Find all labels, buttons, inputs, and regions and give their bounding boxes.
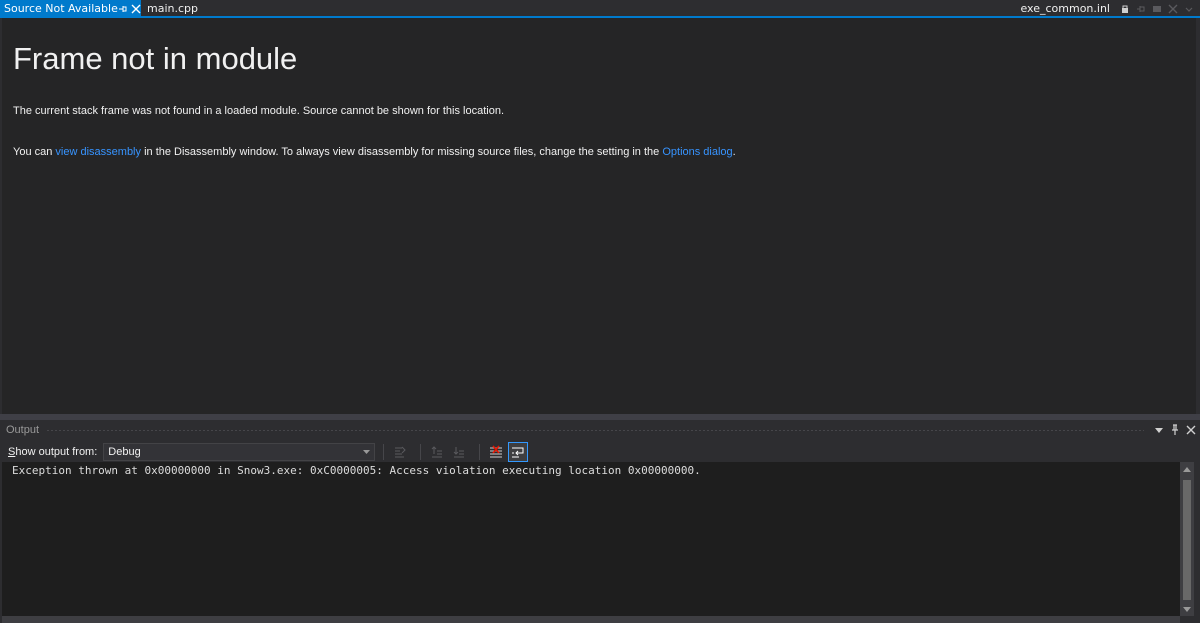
source-not-available-page: Frame not in module The current stack fr… xyxy=(2,18,1196,414)
tab-label: main.cpp xyxy=(147,2,198,15)
pin-icon[interactable] xyxy=(1134,2,1148,16)
pin-icon[interactable] xyxy=(118,4,128,14)
chevron-down-icon[interactable] xyxy=(1182,2,1196,16)
document-tab-strip: Source Not Available main.cpp exe_common… xyxy=(0,0,1200,18)
output-source-select[interactable]: Debug xyxy=(103,443,376,461)
output-line: Exception thrown at 0x00000000 in Snow3.… xyxy=(12,464,701,477)
toolbar-separator xyxy=(479,444,481,460)
hint-message: You can view disassembly in the Disassem… xyxy=(13,146,736,158)
scroll-up-icon[interactable] xyxy=(1180,462,1194,476)
lock-icon xyxy=(1118,2,1132,16)
word-wrap-icon[interactable] xyxy=(508,442,529,462)
selected-source: Debug xyxy=(108,446,141,458)
output-panel-header: Output xyxy=(0,420,1200,440)
output-toolbar: Show output from: Debug xyxy=(0,442,1200,462)
output-panel-title: Output xyxy=(6,424,40,436)
hint-suffix: . xyxy=(732,146,736,158)
next-message-icon[interactable] xyxy=(449,442,469,462)
chevron-down-icon xyxy=(361,447,371,457)
view-disassembly-link[interactable]: view disassembly xyxy=(55,146,141,158)
header-grip xyxy=(47,429,1144,431)
tab-exe-common-inl[interactable]: exe_common.inl xyxy=(1020,0,1200,17)
output-text-pane[interactable]: Exception thrown at 0x00000000 in Snow3.… xyxy=(2,462,1180,616)
hint-middle: in the Disassembly window. To always vie… xyxy=(141,146,663,158)
tab-main-cpp[interactable]: main.cpp xyxy=(141,0,204,17)
show-output-from-label: Show output from: xyxy=(8,446,97,458)
toolbar-separator xyxy=(383,444,385,460)
close-icon[interactable] xyxy=(131,4,141,14)
hint-prefix: You can xyxy=(13,146,56,158)
label-rest: how output from: xyxy=(15,446,98,458)
dropdown-arrow-icon[interactable] xyxy=(1152,423,1166,437)
close-icon[interactable] xyxy=(1166,2,1180,16)
close-icon[interactable] xyxy=(1184,423,1198,437)
tab-label: Source Not Available xyxy=(4,2,118,15)
pin-icon[interactable] xyxy=(1168,423,1182,437)
clear-all-icon[interactable] xyxy=(486,442,506,462)
vertical-scrollbar[interactable] xyxy=(1180,462,1194,616)
options-dialog-link[interactable]: Options dialog xyxy=(662,146,732,158)
tab-label: exe_common.inl xyxy=(1020,2,1110,15)
scrollbar-thumb[interactable] xyxy=(1183,480,1191,600)
dropdown-arrow-icon[interactable] xyxy=(1150,2,1164,16)
page-title: Frame not in module xyxy=(13,41,298,76)
toolbar-separator xyxy=(420,444,422,460)
horizontal-scrollbar[interactable] xyxy=(2,616,1180,623)
previous-message-icon[interactable] xyxy=(427,442,447,462)
tab-source-not-available[interactable]: Source Not Available xyxy=(0,0,141,17)
output-panel: Output Show output from: Debug Exception… xyxy=(0,420,1200,623)
info-message: The current stack frame was not found in… xyxy=(13,105,504,117)
scroll-down-icon[interactable] xyxy=(1180,602,1194,616)
go-to-code-icon[interactable] xyxy=(390,442,410,462)
